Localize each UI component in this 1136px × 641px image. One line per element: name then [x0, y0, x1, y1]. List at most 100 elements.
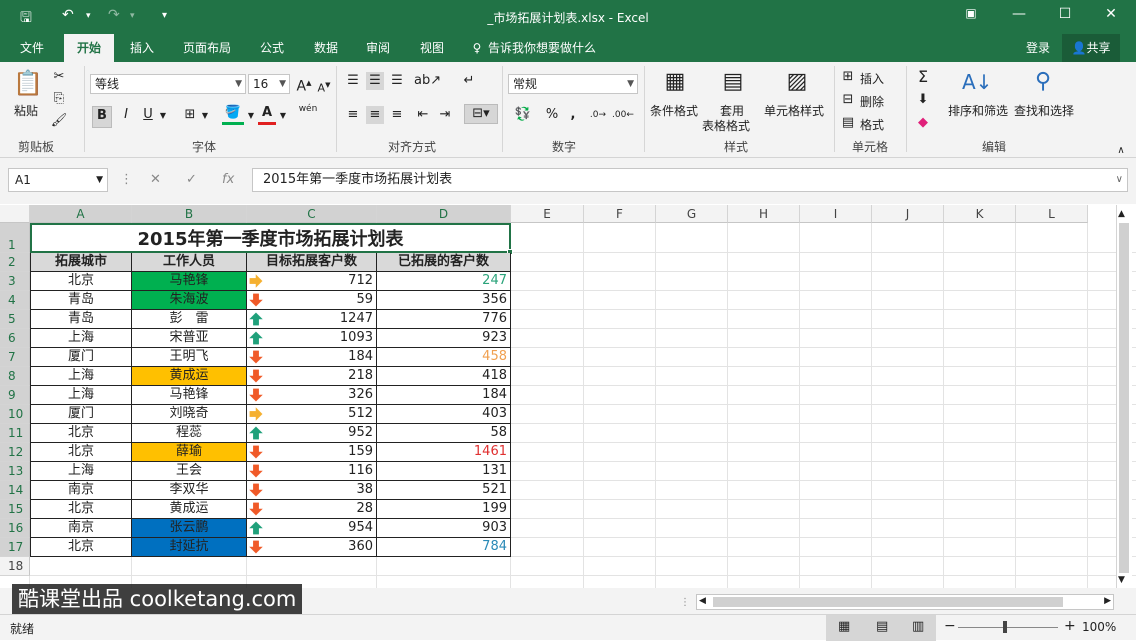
merge-center-icon[interactable]: ⊟▾ [464, 104, 498, 124]
delete-cells-icon[interactable]: ⊟ [840, 91, 856, 109]
table-cell-person[interactable]: 朱海波 [132, 291, 247, 310]
table-cell-target[interactable]: 159 [247, 443, 377, 462]
table-cell-done[interactable]: 418 [377, 367, 511, 386]
table-cell-city[interactable]: 南京 [30, 519, 132, 538]
row-header[interactable]: 16 [0, 519, 30, 538]
align-left-icon[interactable]: ≡ [344, 106, 362, 124]
tab-insert[interactable]: 插入 [120, 34, 164, 62]
zoom-in-icon[interactable]: + [1064, 618, 1076, 634]
table-cell-done[interactable]: 1461 [377, 443, 511, 462]
table-cell-person[interactable]: 薛瑜 [132, 443, 247, 462]
row-header[interactable]: 12 [0, 443, 30, 462]
table-cell-city[interactable]: 青岛 [30, 291, 132, 310]
row-header[interactable]: 8 [0, 367, 30, 386]
horizontal-scrollbar[interactable]: ◀ ▶ [696, 594, 1114, 610]
sort-filter-label[interactable]: 排序和筛选 [948, 102, 1008, 119]
table-cell-target[interactable]: 952 [247, 424, 377, 443]
insert-cells-button[interactable]: 插入 [860, 70, 884, 87]
table-cell-done[interactable]: 521 [377, 481, 511, 500]
conditional-formatting-label[interactable]: 条件格式 [650, 102, 698, 119]
format-cells-icon[interactable]: ▤ [840, 114, 856, 132]
row-header[interactable]: 3 [0, 272, 30, 291]
column-header[interactable]: H [728, 205, 800, 223]
table-cell-city[interactable]: 北京 [30, 272, 132, 291]
enter-icon[interactable]: ✓ [186, 172, 197, 187]
align-right-icon[interactable]: ≡ [388, 106, 406, 124]
row-header[interactable]: 4 [0, 291, 30, 310]
table-cell-target[interactable]: 59 [247, 291, 377, 310]
row-header[interactable]: 13 [0, 462, 30, 481]
cell-styles-label[interactable]: 单元格样式 [764, 102, 824, 119]
zoom-slider[interactable] [958, 627, 1058, 628]
wrap-text-icon[interactable]: ↵ [460, 72, 478, 90]
column-header[interactable]: J [872, 205, 944, 223]
shrink-font-icon[interactable]: A▼ [316, 76, 332, 98]
table-cell-done[interactable]: 131 [377, 462, 511, 481]
align-center-icon[interactable]: ≡ [366, 106, 384, 124]
select-all-corner[interactable] [0, 205, 30, 223]
table-header[interactable]: 已拓展的客户数 [377, 253, 511, 272]
font-color-icon[interactable]: A [258, 104, 276, 125]
table-cell-target[interactable]: 360 [247, 538, 377, 557]
row-header[interactable]: 7 [0, 348, 30, 367]
table-cell-person[interactable]: 黄成运 [132, 367, 247, 386]
share-button[interactable]: 👤共享 [1062, 34, 1120, 62]
table-cell-city[interactable]: 北京 [30, 500, 132, 519]
zoom-out-icon[interactable]: − [944, 618, 956, 634]
table-cell-city[interactable]: 上海 [30, 462, 132, 481]
percent-button[interactable]: % [544, 106, 560, 124]
scroll-left-icon[interactable]: ◀ [699, 596, 706, 606]
increase-decimal-icon[interactable]: .0→ [588, 106, 608, 124]
page-layout-view-icon[interactable]: ▤ [876, 619, 888, 634]
splitter-icon[interactable]: ⋮ [680, 597, 690, 608]
format-painter-icon[interactable]: 🖌 [50, 112, 68, 130]
chevron-down-icon[interactable]: ▼ [246, 107, 256, 125]
align-bottom-icon[interactable]: ☰ [388, 72, 406, 90]
table-cell-person[interactable]: 王明飞 [132, 348, 247, 367]
maximize-icon[interactable]: ☐ [1050, 6, 1080, 22]
decrease-decimal-icon[interactable]: .00← [612, 106, 634, 124]
phonetic-button[interactable]: wén [296, 104, 320, 114]
cell-styles-icon[interactable]: ▨ [782, 68, 812, 98]
table-cell-target[interactable]: 1247 [247, 310, 377, 329]
zoom-level[interactable]: 100% [1082, 620, 1116, 634]
table-cell-done[interactable]: 199 [377, 500, 511, 519]
format-as-table-label-2[interactable]: 表格格式 [702, 117, 750, 134]
table-cell-city[interactable]: 北京 [30, 424, 132, 443]
table-cell-city[interactable]: 厦门 [30, 405, 132, 424]
scroll-right-icon[interactable]: ▶ [1104, 596, 1111, 606]
autosum-icon[interactable]: Σ [914, 68, 932, 86]
table-cell-done[interactable]: 923 [377, 329, 511, 348]
chevron-down-icon[interactable]: ▼ [200, 107, 210, 125]
copy-icon[interactable]: ⎘ [50, 90, 68, 108]
decrease-indent-icon[interactable]: ⇤ [414, 106, 432, 124]
row-header[interactable]: 14 [0, 481, 30, 500]
table-cell-person[interactable]: 彭 雷 [132, 310, 247, 329]
table-cell-person[interactable]: 王会 [132, 462, 247, 481]
table-cell-person[interactable]: 宋普亚 [132, 329, 247, 348]
table-cell-target[interactable]: 712 [247, 272, 377, 291]
column-header[interactable]: K [944, 205, 1016, 223]
tab-data[interactable]: 数据 [304, 34, 348, 62]
format-cells-button[interactable]: 格式 [860, 116, 884, 133]
scroll-down-icon[interactable]: ▼ [1118, 575, 1125, 585]
row-header[interactable]: 9 [0, 386, 30, 405]
table-cell-target[interactable]: 28 [247, 500, 377, 519]
column-header[interactable]: E [511, 205, 584, 223]
increase-indent-icon[interactable]: ⇥ [436, 106, 454, 124]
table-cell-person[interactable]: 马艳锋 [132, 272, 247, 291]
paste-icon[interactable]: 📋 [12, 68, 44, 100]
table-header[interactable]: 工作人员 [132, 253, 247, 272]
tab-view[interactable]: 视图 [410, 34, 454, 62]
table-cell-city[interactable]: 北京 [30, 538, 132, 557]
table-cell-done[interactable]: 247 [377, 272, 511, 291]
sheet-title[interactable]: 2015年第一季度市场拓展计划表 [30, 223, 511, 253]
column-header[interactable]: G [656, 205, 728, 223]
scroll-up-icon[interactable]: ▲ [1118, 209, 1125, 219]
table-header[interactable]: 拓展城市 [30, 253, 132, 272]
row-header[interactable]: 17 [0, 538, 30, 557]
table-cell-person[interactable]: 马艳锋 [132, 386, 247, 405]
italic-button[interactable]: I [118, 106, 134, 124]
fill-icon[interactable]: ⬇ [914, 91, 932, 109]
table-cell-city[interactable]: 上海 [30, 386, 132, 405]
